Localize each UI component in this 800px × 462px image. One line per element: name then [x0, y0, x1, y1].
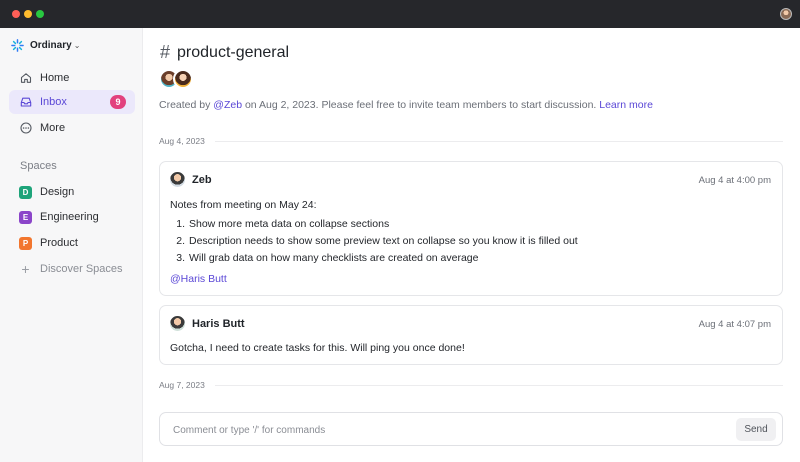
creator-mention-link[interactable]: @Zeb — [213, 99, 242, 111]
message-card[interactable]: Zeb Aug 4 at 4:00 pm Notes from meeting … — [159, 161, 783, 296]
sidebar-item-inbox[interactable]: Inbox 9 — [9, 90, 135, 114]
home-icon — [20, 72, 32, 84]
spaces-heading: Spaces — [20, 160, 57, 172]
send-button[interactable]: Send — [736, 418, 776, 441]
channel-title: product-general — [177, 43, 290, 61]
minimize-window-button[interactable] — [24, 10, 32, 18]
list-number: 3. — [176, 252, 185, 264]
message-author[interactable]: Zeb — [192, 174, 212, 186]
workspace-logo-icon — [11, 38, 24, 52]
close-window-button[interactable] — [12, 10, 20, 18]
space-label: Design — [40, 186, 75, 198]
learn-more-link[interactable]: Learn more — [599, 99, 653, 111]
channel-header: # product-general — [160, 42, 289, 63]
window-title-bar — [0, 0, 800, 28]
message-header: Zeb — [170, 172, 212, 187]
divider — [214, 384, 783, 386]
message-timestamp: Aug 4 at 4:07 pm — [698, 319, 771, 330]
list-item: 1. Show more meta data on collapse sectio… — [170, 216, 578, 233]
discover-spaces-label: Discover Spaces — [40, 263, 123, 275]
space-avatar-engineering: E — [19, 210, 32, 224]
date-label: Aug 7, 2023 — [159, 380, 205, 390]
sidebar-space-product[interactable]: P Product — [9, 231, 135, 255]
sidebar-item-label: Inbox — [40, 96, 67, 108]
list-item-text: Show more meta data on collapse sections — [189, 218, 390, 230]
list-number: 1. — [176, 218, 185, 230]
date-separator: Aug 7, 2023 — [159, 380, 783, 390]
inbox-count-badge: 9 — [110, 95, 126, 109]
notes-list: 1. Show more meta data on collapse sectio… — [170, 216, 578, 267]
date-label: Aug 4, 2023 — [159, 136, 205, 146]
avatar[interactable] — [170, 316, 185, 331]
avatar[interactable] — [170, 172, 185, 187]
message-text: Notes from meeting on May 24: — [170, 199, 317, 211]
sidebar-item-label: Home — [40, 72, 70, 84]
message-author[interactable]: Haris Butt — [192, 318, 245, 330]
channel-members[interactable] — [159, 69, 193, 89]
sidebar-space-design[interactable]: D Design — [9, 180, 135, 204]
sidebar-item-label: More — [40, 122, 66, 134]
description-text: on Aug 2, 2023. Please feel free to invi… — [242, 99, 600, 111]
chevron-down-icon: ⌄ — [73, 40, 81, 50]
description-text: Created by — [159, 99, 214, 111]
hash-icon: # — [160, 42, 171, 62]
divider — [214, 140, 783, 142]
user-avatar[interactable] — [780, 8, 792, 20]
sidebar-item-home[interactable]: Home — [9, 66, 135, 90]
discover-spaces-button[interactable]: + Discover Spaces — [9, 257, 135, 281]
date-separator: Aug 4, 2023 — [159, 136, 783, 146]
comment-input[interactable] — [173, 421, 713, 439]
plus-icon: + — [21, 261, 30, 277]
message-header: Haris Butt — [170, 316, 245, 331]
sidebar-space-engineering[interactable]: E Engineering — [9, 205, 135, 229]
workspace-name: Ordinary — [30, 39, 72, 51]
comment-composer: Send — [159, 412, 783, 446]
space-label: Engineering — [40, 211, 99, 223]
space-avatar-design: D — [19, 185, 32, 199]
user-mention-link[interactable]: @Haris Butt — [170, 273, 578, 285]
inbox-icon — [20, 96, 32, 108]
member-avatar[interactable] — [173, 69, 193, 89]
sidebar-item-more[interactable]: More — [9, 116, 135, 140]
message-text: Gotcha, I need to create tasks for this.… — [170, 342, 465, 354]
list-item: 2. Description needs to show some preview… — [170, 233, 578, 250]
space-avatar-product: P — [19, 236, 32, 250]
sidebar: Ordinary ⌄ Home Inbox 9 More Spaces D De… — [0, 28, 143, 462]
more-icon — [20, 122, 32, 134]
message-card[interactable]: Haris Butt Aug 4 at 4:07 pm Gotcha, I ne… — [159, 305, 783, 365]
channel-view: # product-general Created by @Zeb on Aug… — [144, 28, 800, 462]
channel-description: Created by @Zeb on Aug 2, 2023. Please f… — [159, 99, 653, 111]
message-body: Notes from meeting on May 24: 1. Show mor… — [170, 198, 578, 285]
space-label: Product — [40, 237, 78, 249]
message-timestamp: Aug 4 at 4:00 pm — [698, 175, 771, 186]
list-item-text: Description needs to show some preview t… — [189, 235, 578, 247]
workspace-switcher[interactable]: Ordinary ⌄ — [11, 37, 80, 53]
list-item: 3. Will grab data on how many checklists … — [170, 250, 578, 267]
zoom-window-button[interactable] — [36, 10, 44, 18]
list-number: 2. — [176, 235, 185, 247]
list-item-text: Will grab data on how many checklists ar… — [189, 252, 479, 264]
